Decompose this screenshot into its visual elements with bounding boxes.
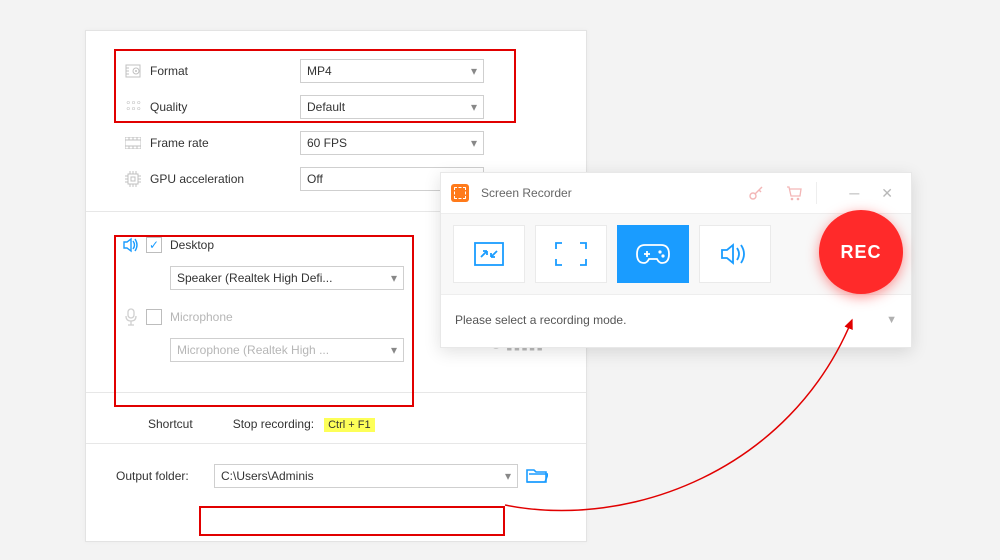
gpu-chip-icon bbox=[116, 171, 150, 187]
framerate-film-icon bbox=[116, 137, 150, 149]
quality-label: Quality bbox=[150, 100, 300, 114]
gpu-value: Off bbox=[307, 172, 323, 186]
format-label: Format bbox=[150, 64, 300, 78]
output-folder-label: Output folder: bbox=[116, 469, 206, 483]
key-icon[interactable] bbox=[748, 185, 764, 201]
speaker-icon bbox=[116, 236, 146, 254]
quality-value: Default bbox=[307, 100, 345, 114]
chevron-down-icon: ▾ bbox=[505, 469, 511, 483]
close-icon[interactable]: ✕ bbox=[881, 185, 893, 202]
annotation-highlight bbox=[199, 506, 505, 536]
chevron-down-icon: ▾ bbox=[471, 136, 477, 150]
shortcut-section: Shortcut Stop recording: Ctrl + F1 bbox=[86, 393, 586, 443]
recorder-window: Screen Recorder ─ ✕ REC bbox=[440, 172, 912, 348]
record-button[interactable]: REC bbox=[819, 210, 903, 294]
shortcut-title: Shortcut bbox=[148, 417, 193, 431]
stop-recording-key: Ctrl + F1 bbox=[324, 418, 374, 432]
desktop-device-dropdown[interactable]: Speaker (Realtek High Defi... ▾ bbox=[170, 266, 404, 290]
microphone-device-dropdown[interactable]: Microphone (Realtek High ... ▾ bbox=[170, 338, 404, 362]
quality-row: ∘∘∘∘∘∘ Quality Default ▾ bbox=[116, 89, 556, 125]
app-logo-icon bbox=[451, 184, 469, 202]
expand-down-icon[interactable]: ▼ bbox=[886, 314, 897, 326]
cart-icon[interactable] bbox=[786, 185, 802, 201]
recorder-title: Screen Recorder bbox=[477, 186, 740, 200]
chevron-down-icon: ▾ bbox=[471, 100, 477, 114]
output-folder-path: C:\Users\Adminis bbox=[221, 469, 314, 483]
framerate-row: Frame rate 60 FPS ▾ bbox=[116, 125, 556, 161]
record-label: REC bbox=[840, 242, 881, 263]
framerate-value: 60 FPS bbox=[307, 136, 347, 150]
mode-fullscreen-button[interactable] bbox=[535, 225, 607, 283]
titlebar-divider bbox=[816, 182, 817, 204]
framerate-dropdown[interactable]: 60 FPS ▾ bbox=[300, 131, 484, 155]
recorder-titlebar: Screen Recorder ─ ✕ bbox=[441, 173, 911, 213]
desktop-label: Desktop bbox=[170, 238, 214, 252]
chevron-down-icon: ▾ bbox=[391, 271, 397, 285]
open-folder-icon[interactable] bbox=[526, 467, 548, 485]
format-value: MP4 bbox=[307, 64, 332, 78]
format-row: Format MP4 ▾ bbox=[116, 53, 556, 89]
stop-recording-label: Stop recording: bbox=[233, 417, 314, 431]
microphone-icon bbox=[116, 308, 146, 326]
desktop-device-value: Speaker (Realtek High Defi... bbox=[177, 271, 332, 285]
framerate-label: Frame rate bbox=[150, 136, 300, 150]
recorder-modes-bar: REC bbox=[441, 213, 911, 295]
microphone-label: Microphone bbox=[170, 310, 233, 324]
recorder-status-bar: Please select a recording mode. ▼ bbox=[441, 295, 911, 347]
mode-audio-button[interactable] bbox=[699, 225, 771, 283]
desktop-checkbox[interactable] bbox=[146, 237, 162, 253]
output-folder-dropdown[interactable]: C:\Users\Adminis ▾ bbox=[214, 464, 518, 488]
output-section: Output folder: C:\Users\Adminis ▾ bbox=[86, 444, 586, 508]
chevron-down-icon: ▾ bbox=[391, 343, 397, 357]
minimize-icon[interactable]: ─ bbox=[849, 185, 859, 202]
microphone-checkbox[interactable] bbox=[146, 309, 162, 325]
chevron-down-icon: ▾ bbox=[471, 64, 477, 78]
microphone-device-value: Microphone (Realtek High ... bbox=[177, 343, 329, 357]
format-film-icon bbox=[116, 63, 150, 79]
quality-dropdown[interactable]: Default ▾ bbox=[300, 95, 484, 119]
mode-region-button[interactable] bbox=[453, 225, 525, 283]
recorder-status-text: Please select a recording mode. bbox=[455, 313, 626, 327]
quality-dots-icon: ∘∘∘∘∘∘ bbox=[116, 101, 150, 113]
mode-game-button[interactable] bbox=[617, 225, 689, 283]
format-dropdown[interactable]: MP4 ▾ bbox=[300, 59, 484, 83]
gpu-label: GPU acceleration bbox=[150, 172, 300, 186]
